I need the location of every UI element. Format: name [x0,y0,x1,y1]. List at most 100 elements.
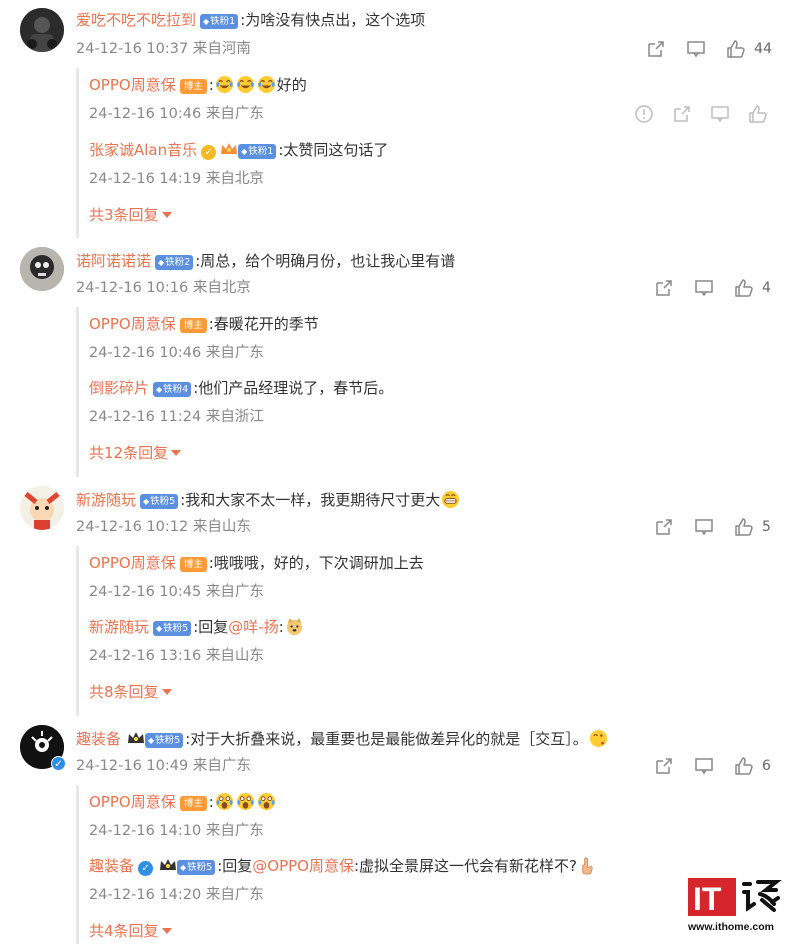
comment-icon[interactable] [686,39,706,59]
comment-meta: 24-12-16 10:16 来自北京 [76,280,251,296]
reply-text: :太赞同这句话了 [278,141,389,159]
fan-badge: 铁粉5 [153,621,192,636]
reply-text-suffix: :虚拟全景屏这一代会有新花样不? [354,857,578,875]
more-replies-link[interactable]: 共3条回复 [89,205,172,225]
avatar[interactable] [20,486,64,530]
finger-emoji-icon [582,857,593,875]
kiss-emoji-icon [589,729,607,748]
share-icon[interactable] [646,39,666,59]
comment-meta: 24-12-16 10:12 来自山东 [76,519,251,535]
reply-meta: 24-12-16 14:20 来自广东 [89,887,264,903]
avatar[interactable]: ✓ [20,725,66,771]
like-icon[interactable] [734,278,754,298]
fan-badge: 铁粉5 [177,860,216,875]
comment-icon[interactable] [694,278,714,298]
reply-list: OPPO周意保博主: 24-12-16 14:10 来自广东 趣装备 ✓ 铁粉5:回… [76,785,790,944]
logo-text: IT [693,881,722,917]
shocked-emoji-icon [215,792,233,811]
mention-link[interactable]: @OPPO周意保 [252,857,354,875]
reply-text: 好的 [276,76,307,94]
reply-list: OPPO周意保 博主:春暖花开的季节 24-12-16 10:46 来自广东 倒影… [76,307,790,477]
reply-username[interactable]: 张家诚Alan音乐 [89,141,197,159]
more-replies-link[interactable]: 共8条回复 [89,682,172,702]
reply-text: :他们产品经理说了，春节后。 [193,379,394,397]
reply-meta: 24-12-16 14:10 来自广东 [89,823,264,839]
comment-actions: 4 [634,278,772,298]
comment-icon[interactable] [710,104,730,124]
reply-actions [616,104,768,124]
like-icon[interactable] [734,756,754,776]
more-replies-link[interactable]: 共12条回复 [89,443,181,463]
reply-username[interactable]: OPPO周意保 [89,76,176,94]
fan-badge: 铁粉1 [238,144,277,159]
verified-icon: ✓ [201,145,217,160]
host-badge: 博主 [179,796,207,811]
reply-text-suffix: : [278,618,284,636]
more-replies-link[interactable]: 共4条回复 [89,921,172,941]
reply-username[interactable]: 倒影碎片 [89,379,149,397]
comment-text: :我和大家不太一样，我更期待尺寸更大 [180,491,441,509]
fan-badge: 铁粉1 [200,14,239,29]
doge-emoji-icon [286,617,302,636]
like-count: 44 [754,41,772,57]
reply-text-prefix: :回复 [193,618,229,636]
like-icon[interactable] [734,517,754,537]
fan-badge: 铁粉4 [153,382,192,397]
reply-content: 新游随玩铁粉5:回复@咩-扬: [89,617,305,637]
report-icon[interactable] [634,104,654,124]
avatar[interactable] [20,247,64,291]
grin-emoji-icon [442,490,460,509]
reply-meta: 24-12-16 10:45 来自广东 [89,584,264,600]
mention-link[interactable]: @咩-扬 [228,618,278,636]
comment-content: 爱吃不吃不吃拉到铁粉1:为啥没有快点出，这个选项 [76,10,425,30]
share-icon[interactable] [654,278,674,298]
reply-username[interactable]: OPPO周意保 [89,554,176,572]
username[interactable]: 趣装备 [76,730,121,748]
reply-meta: 24-12-16 11:24 来自浙江 [89,409,264,425]
comment-icon[interactable] [694,517,714,537]
username[interactable]: 新游随玩 [76,491,136,509]
logo-url: www.ithome.com [687,921,774,933]
comment-meta: 24-12-16 10:37 来自河南 [76,41,251,57]
share-icon[interactable] [654,517,674,537]
fan-badge: 铁粉5 [140,494,179,509]
comment-actions: 5 [634,517,772,537]
reply-meta: 24-12-16 14:19 来自北京 [89,171,264,187]
reply-username[interactable]: OPPO周意保 [89,315,176,333]
verified-icon: ✓ [51,756,66,771]
username[interactable]: 诺阿诺诺诺 [76,252,151,270]
comment-actions: 6 [634,756,772,776]
comment-text: :为啥没有快点出，这个选项 [240,11,426,29]
fan-badge: 铁粉2 [155,255,194,270]
share-icon[interactable] [672,104,692,124]
comment-icon[interactable] [694,756,714,776]
reply-username[interactable]: 新游随玩 [89,618,149,636]
comment-content: 新游随玩铁粉5:我和大家不太一样，我更期待尺寸更大 [76,490,461,510]
reply-text: :春暖花开的季节 [208,315,319,333]
reply-list: OPPO周意保 博主: 好的 24-12-16 10:46 来自广东 张家诚Alan… [76,68,790,238]
fan-crown-icon [160,859,177,870]
comment-content: 趣装备 铁粉5:对于大折叠来说，最重要也是最能做差异化的就是［交互］。 [76,729,609,749]
reply-content: OPPO周意保 博主:哦哦哦，好的，下次调研加上去 [89,553,424,573]
share-icon[interactable] [654,756,674,776]
like-icon[interactable] [726,39,746,59]
host-badge: 博主 [179,79,207,94]
reply-text: :哦哦哦，好的，下次调研加上去 [208,554,424,572]
like-count: 5 [762,519,771,535]
reply-username[interactable]: 趣装备 [89,857,134,875]
avatar[interactable] [20,8,64,52]
like-icon[interactable] [748,104,768,124]
username[interactable]: 爱吃不吃不吃拉到 [76,11,196,29]
reply-text: : [208,793,214,811]
reply-username[interactable]: OPPO周意保 [89,793,176,811]
comment-meta: 24-12-16 10:49 来自广东 [76,758,251,774]
shocked-emoji-icon [257,792,275,811]
fan-crown-icon [221,143,238,154]
comment-text: :周总，给个明确月份，也让我心里有谱 [195,252,456,270]
reply-content: OPPO周意保 博主: [89,792,277,812]
laugh-cry-emoji-icon [215,75,233,94]
reply-content: OPPO周意保 博主: 好的 [89,75,307,94]
verified-icon: ✓ [138,861,154,876]
reply-list: OPPO周意保 博主:哦哦哦，好的，下次调研加上去 24-12-16 10:45 … [76,546,790,716]
fan-badge: 铁粉5 [145,733,184,748]
